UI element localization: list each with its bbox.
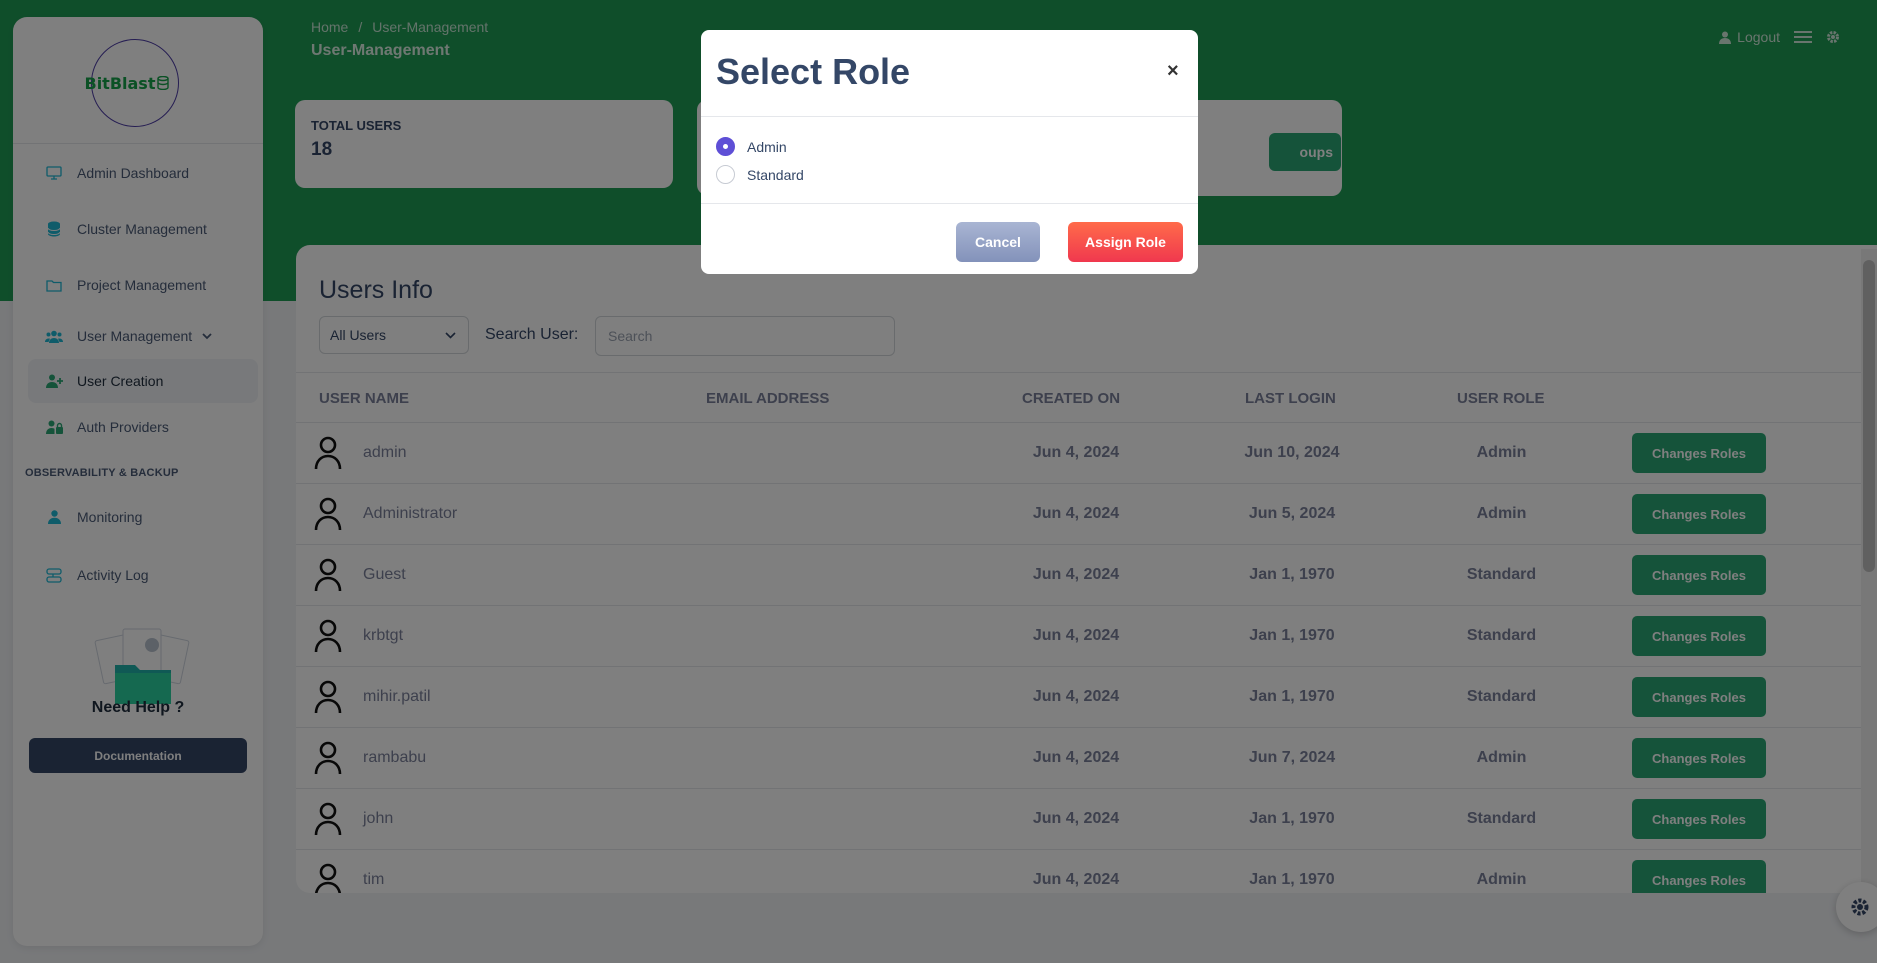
- role-radio-standard[interactable]: [716, 165, 735, 184]
- role-option-standard[interactable]: Standard: [716, 165, 804, 184]
- role-option-label: Admin: [747, 138, 787, 155]
- assign-role-button[interactable]: Assign Role: [1068, 222, 1183, 262]
- modal-divider: [701, 116, 1198, 117]
- select-role-modal: Select Role × Admin Standard Cancel Assi…: [701, 30, 1198, 274]
- close-icon[interactable]: ×: [1167, 60, 1179, 83]
- cancel-button[interactable]: Cancel: [956, 222, 1040, 262]
- role-option-admin[interactable]: Admin: [716, 137, 787, 156]
- modal-title: Select Role: [716, 51, 911, 92]
- role-radio-admin[interactable]: [716, 137, 735, 156]
- role-option-label: Standard: [747, 166, 804, 183]
- modal-divider: [701, 203, 1198, 204]
